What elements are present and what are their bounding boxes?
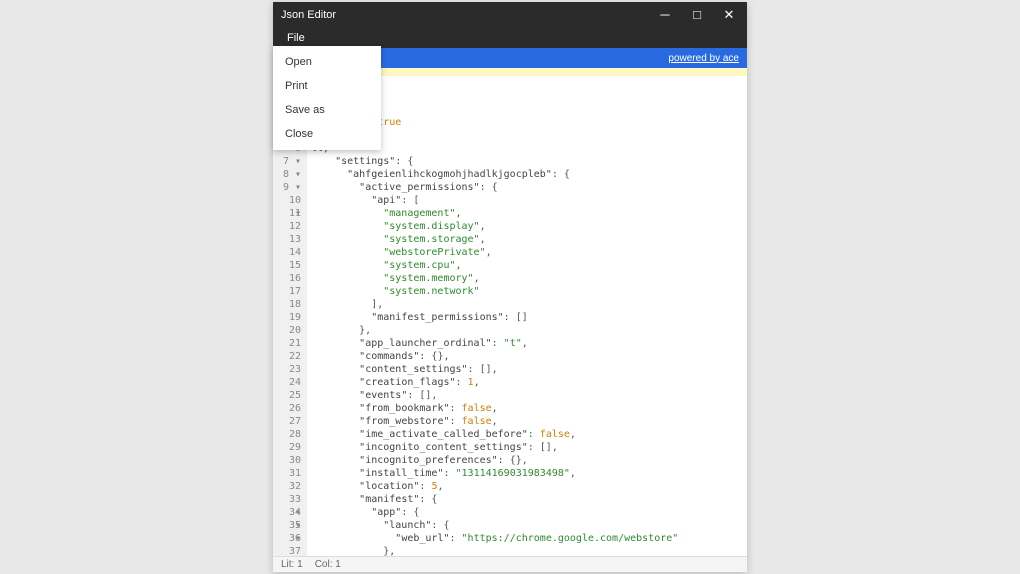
code-line[interactable]: "location": 5,	[311, 480, 747, 493]
line-number: 30	[277, 454, 301, 467]
powered-by-link[interactable]: powered by ace	[668, 53, 739, 64]
line-number: 15	[277, 259, 301, 272]
menu-print[interactable]: Print	[273, 74, 381, 98]
code-line[interactable]: "ime_activate_called_before": false,	[311, 428, 747, 441]
code-line[interactable]: "system.memory",	[311, 272, 747, 285]
maximize-icon[interactable]: □	[687, 7, 707, 23]
code-line[interactable]: "web_url": "https://chrome.google.com/we…	[311, 532, 747, 545]
code-line[interactable]: "settings": {	[311, 155, 747, 168]
line-number: 27	[277, 415, 301, 428]
line-number: 34 ▾	[277, 506, 301, 519]
code-line[interactable]: "app": {	[311, 506, 747, 519]
line-number: 13	[277, 233, 301, 246]
menubar: File	[273, 28, 747, 48]
line-number: 8 ▾	[277, 168, 301, 181]
line-number: 24	[277, 376, 301, 389]
code-line[interactable]: "from_webstore": false,	[311, 415, 747, 428]
code-line[interactable]: "system.display",	[311, 220, 747, 233]
code-line[interactable]: "active_permissions": {	[311, 181, 747, 194]
code-line[interactable]: "system.storage",	[311, 233, 747, 246]
code-line[interactable]: "management",	[311, 207, 747, 220]
code-line[interactable]: "manifest_permissions": []	[311, 311, 747, 324]
code-line[interactable]: "app_launcher_ordinal": "t",	[311, 337, 747, 350]
line-number: 21	[277, 337, 301, 350]
line-number: 33 ▾	[277, 493, 301, 506]
code-line[interactable]: "system.network"	[311, 285, 747, 298]
code-line[interactable]: "api": [	[311, 194, 747, 207]
code-line[interactable]: "system.cpu",	[311, 259, 747, 272]
line-number: 17	[277, 285, 301, 298]
status-col: Col: 1	[315, 559, 341, 570]
code-line[interactable]: "launch": {	[311, 519, 747, 532]
status-line: Lit: 1	[281, 559, 303, 570]
close-icon[interactable]: ✕	[719, 7, 739, 23]
line-number: 25	[277, 389, 301, 402]
menu-close[interactable]: Close	[273, 122, 381, 146]
line-number: 10 ▾	[277, 194, 301, 207]
code-line[interactable]: "from_bookmark": false,	[311, 402, 747, 415]
line-number: 29	[277, 441, 301, 454]
code-line[interactable]: "creation_flags": 1,	[311, 376, 747, 389]
menu-save-as[interactable]: Save as	[273, 98, 381, 122]
line-number: 7 ▾	[277, 155, 301, 168]
line-number: 23	[277, 363, 301, 376]
code-line[interactable]: "ahfgeienlihckogmohjhadlkjgocpleb": {	[311, 168, 747, 181]
line-number: 18	[277, 298, 301, 311]
code-line[interactable]: },	[311, 324, 747, 337]
line-number: 12	[277, 220, 301, 233]
file-dropdown: Open Print Save as Close	[273, 46, 381, 150]
code-line[interactable]: "manifest": {	[311, 493, 747, 506]
line-number: 37	[277, 545, 301, 556]
window-controls: ─ □ ✕	[655, 7, 739, 23]
menu-open[interactable]: Open	[273, 50, 381, 74]
line-number: 36	[277, 532, 301, 545]
titlebar: Json Editor ─ □ ✕	[273, 2, 747, 28]
line-number: 20	[277, 324, 301, 337]
line-number: 16	[277, 272, 301, 285]
line-number: 11	[277, 207, 301, 220]
status-bar: Lit: 1 Col: 1	[273, 556, 747, 572]
code-line[interactable]: "events": [],	[311, 389, 747, 402]
line-number: 26	[277, 402, 301, 415]
minimize-icon[interactable]: ─	[655, 7, 675, 23]
file-menu[interactable]: File	[281, 30, 311, 46]
code-line[interactable]: "incognito_content_settings": [],	[311, 441, 747, 454]
line-number: 32	[277, 480, 301, 493]
code-line[interactable]: "install_time": "13114169031983498",	[311, 467, 747, 480]
code-line[interactable]: },	[311, 545, 747, 556]
line-number: 35 ▾	[277, 519, 301, 532]
code-line[interactable]: "commands": {},	[311, 350, 747, 363]
code-line[interactable]: "incognito_preferences": {},	[311, 454, 747, 467]
line-number: 28	[277, 428, 301, 441]
line-number: 9 ▾	[277, 181, 301, 194]
line-number: 14	[277, 246, 301, 259]
code-line[interactable]: "content_settings": [],	[311, 363, 747, 376]
window-title: Json Editor	[281, 9, 655, 21]
line-number: 19	[277, 311, 301, 324]
line-number: 31	[277, 467, 301, 480]
code-line[interactable]: ],	[311, 298, 747, 311]
line-number: 22	[277, 350, 301, 363]
code-line[interactable]: "webstorePrivate",	[311, 246, 747, 259]
